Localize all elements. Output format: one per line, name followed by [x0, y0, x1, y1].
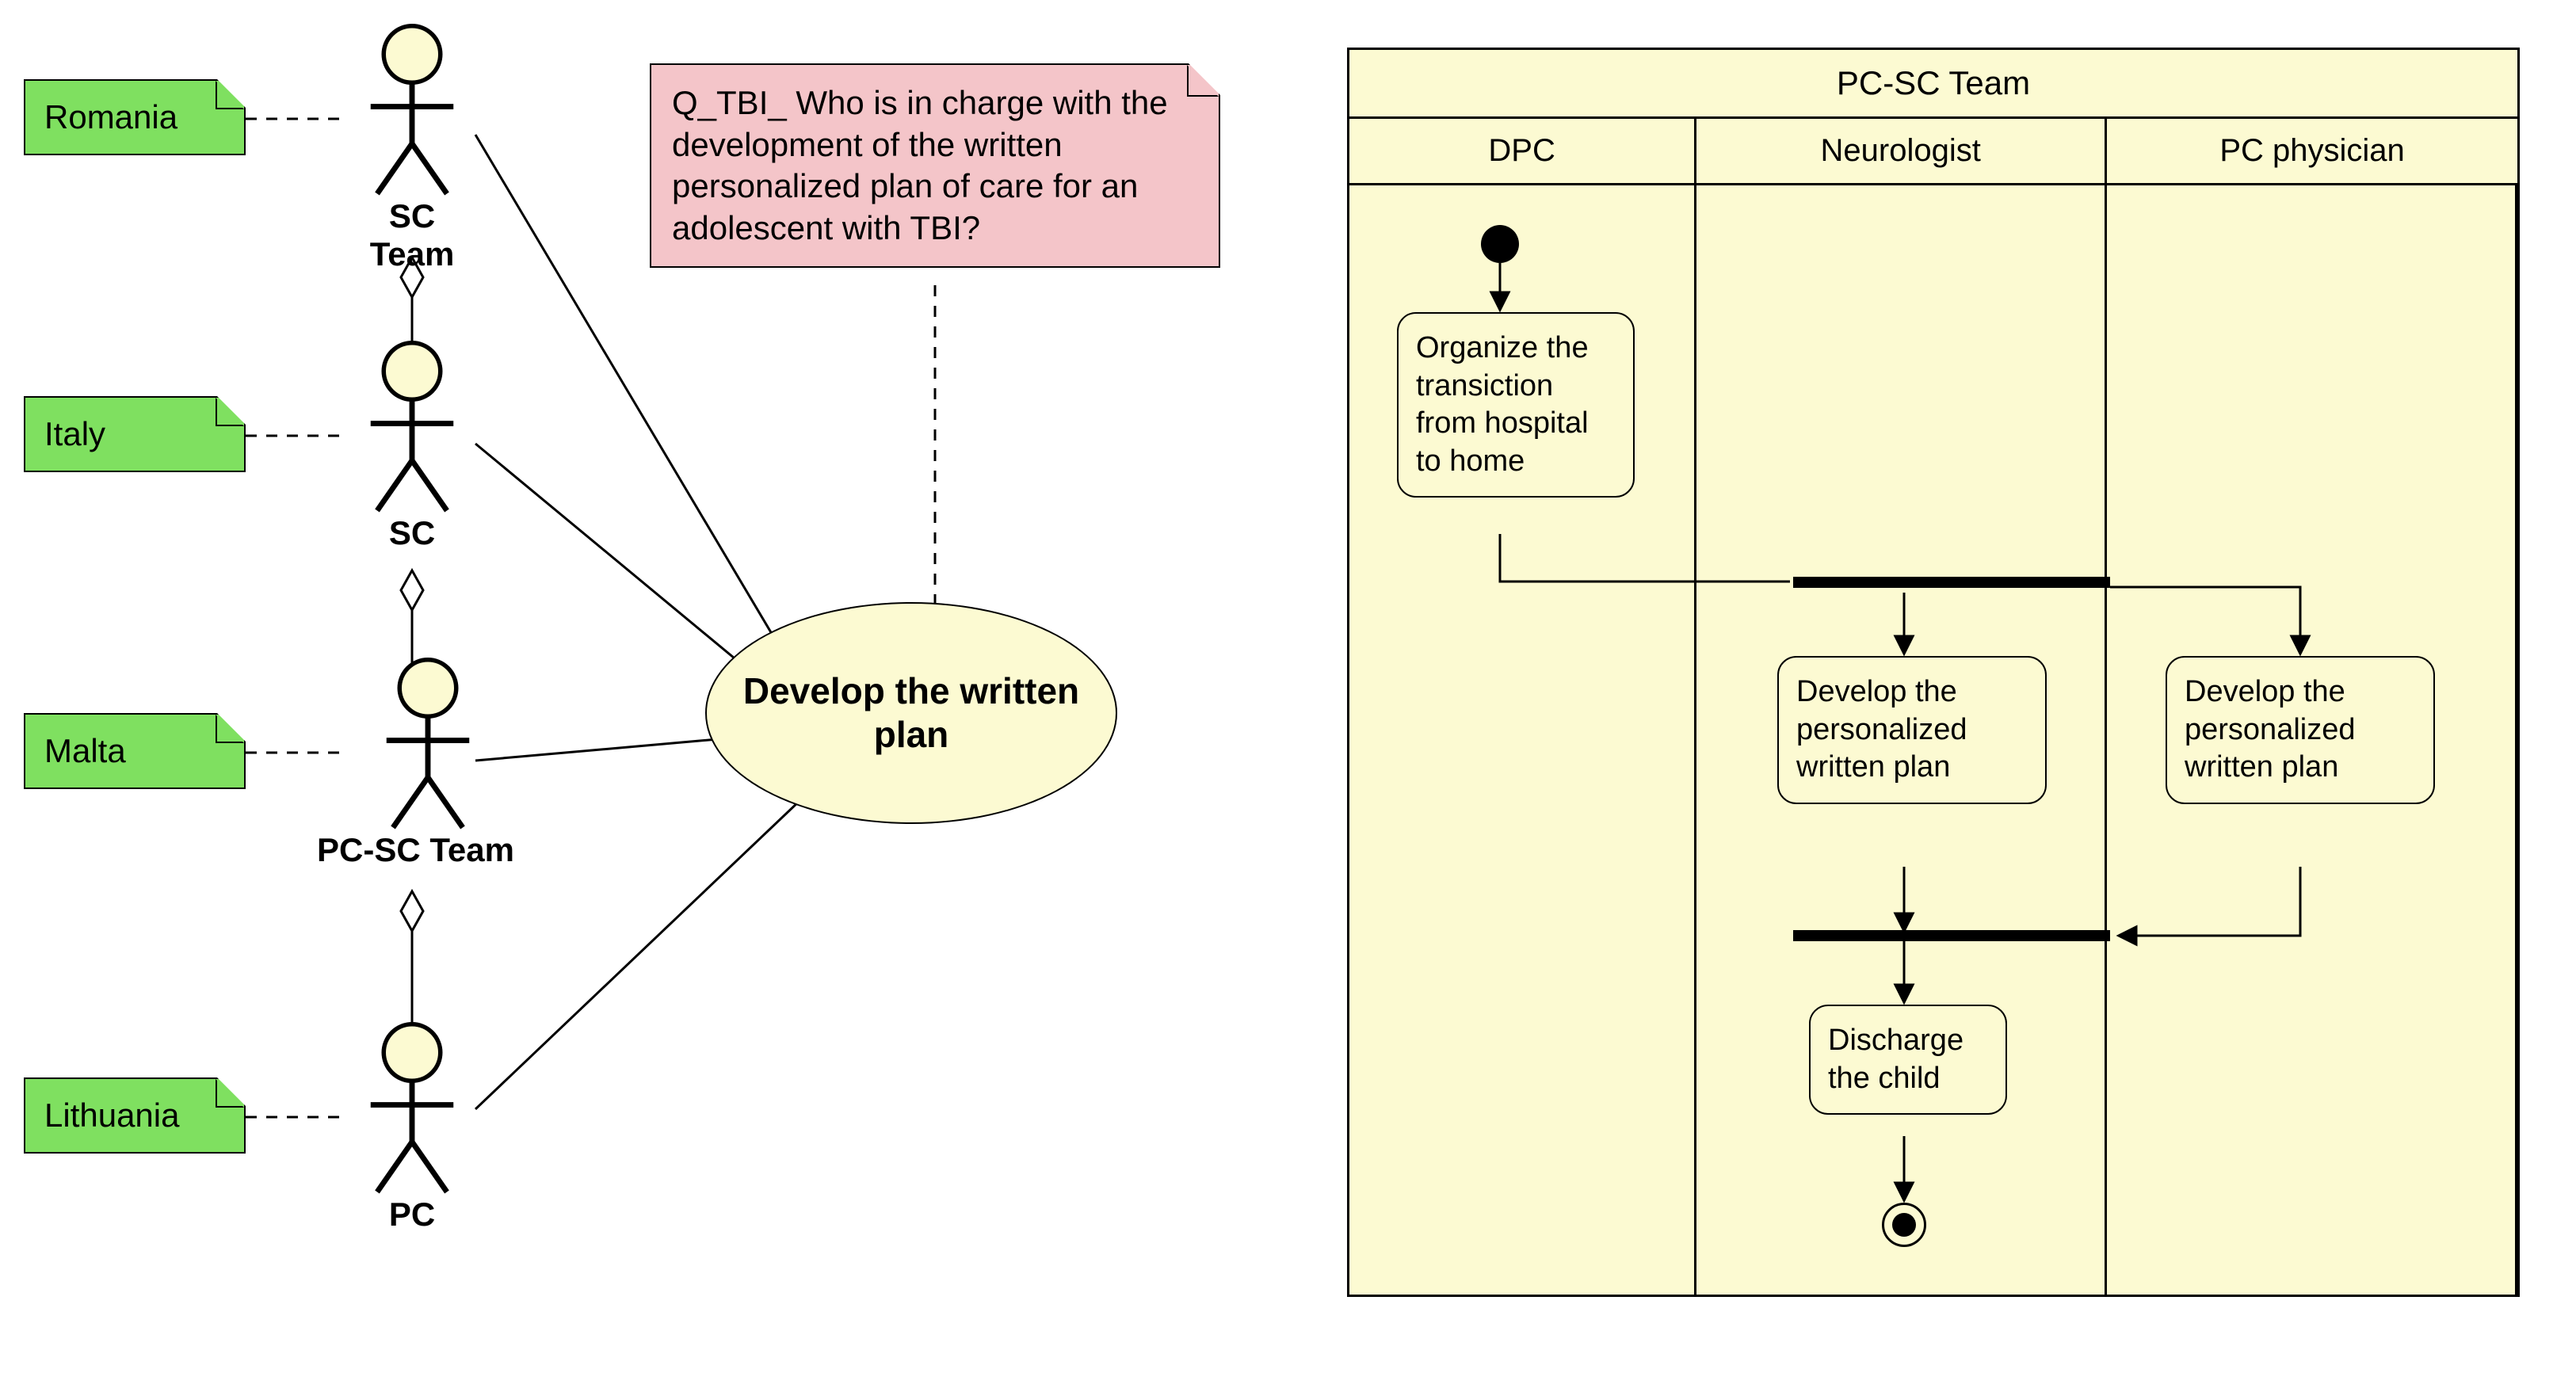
activity-discharge-child: Discharge the child [1809, 1005, 2007, 1115]
actor-label: SC [349, 514, 475, 552]
note-romania: Romania [24, 79, 246, 155]
swimlane-title: PC-SC Team [1349, 50, 2517, 119]
activity-develop-plan-neurologist: Develop the personalized written plan [1777, 656, 2047, 804]
diagram-root: Romania Italy Malta Lithuania SC Team [16, 16, 2560, 1379]
swimlane-headers: DPC Neurologist PC physician [1349, 119, 2517, 185]
stick-figure-icon [357, 341, 467, 515]
note-lithuania: Lithuania [24, 1077, 246, 1154]
activity-develop-plan-pc-physician: Develop the personalized written plan [2166, 656, 2435, 804]
actor-sc: SC [349, 341, 475, 552]
note-label: Romania [44, 98, 177, 136]
swimlane-body: Organize the transiction from hospital t… [1349, 185, 2517, 1295]
actor-sc-team: SC Team [349, 24, 475, 273]
actor-label: PC [349, 1196, 475, 1234]
activity-label: Develop the personalized written plan [2185, 675, 2355, 784]
activity-organize-transition: Organize the transiction from hospital t… [1397, 312, 1635, 498]
actor-pc: PC [349, 1022, 475, 1234]
note-label: Lithuania [44, 1096, 179, 1135]
usecase-diagram: Romania Italy Malta Lithuania SC Team [16, 16, 1252, 1379]
activity-diagram: PC-SC Team DPC Neurologist PC physician [1347, 16, 2536, 1379]
actor-pc-sc-team: PC-SC Team [349, 658, 507, 869]
stick-figure-icon [372, 658, 483, 832]
final-node [1882, 1203, 1926, 1247]
fork-bar [1793, 577, 2110, 588]
swimlane-container: PC-SC Team DPC Neurologist PC physician [1347, 48, 2520, 1297]
lane-header-dpc: DPC [1349, 119, 1696, 183]
note-text: Q_TBI_ Who is in charge with the develop… [672, 84, 1168, 246]
activity-label: Discharge the child [1828, 1024, 1963, 1095]
join-bar [1793, 930, 2110, 941]
note-question: Q_TBI_ Who is in charge with the develop… [650, 63, 1220, 268]
usecase-label: Develop the written plan [731, 669, 1092, 757]
lane-header-neurologist: Neurologist [1696, 119, 2107, 183]
stick-figure-icon [357, 1022, 467, 1196]
note-italy: Italy [24, 396, 246, 472]
activity-label: Organize the transiction from hospital t… [1416, 331, 1589, 478]
actor-label: SC Team [349, 197, 475, 273]
activity-label: Develop the personalized written plan [1796, 675, 1967, 784]
note-malta: Malta [24, 713, 246, 789]
usecase-develop-plan: Develop the written plan [705, 602, 1117, 824]
lane-header-pc-physician: PC physician [2107, 119, 2517, 183]
actor-label: PC-SC Team [317, 831, 507, 869]
initial-node [1481, 225, 1519, 263]
stick-figure-icon [357, 24, 467, 198]
note-label: Malta [44, 732, 126, 770]
note-label: Italy [44, 415, 105, 453]
